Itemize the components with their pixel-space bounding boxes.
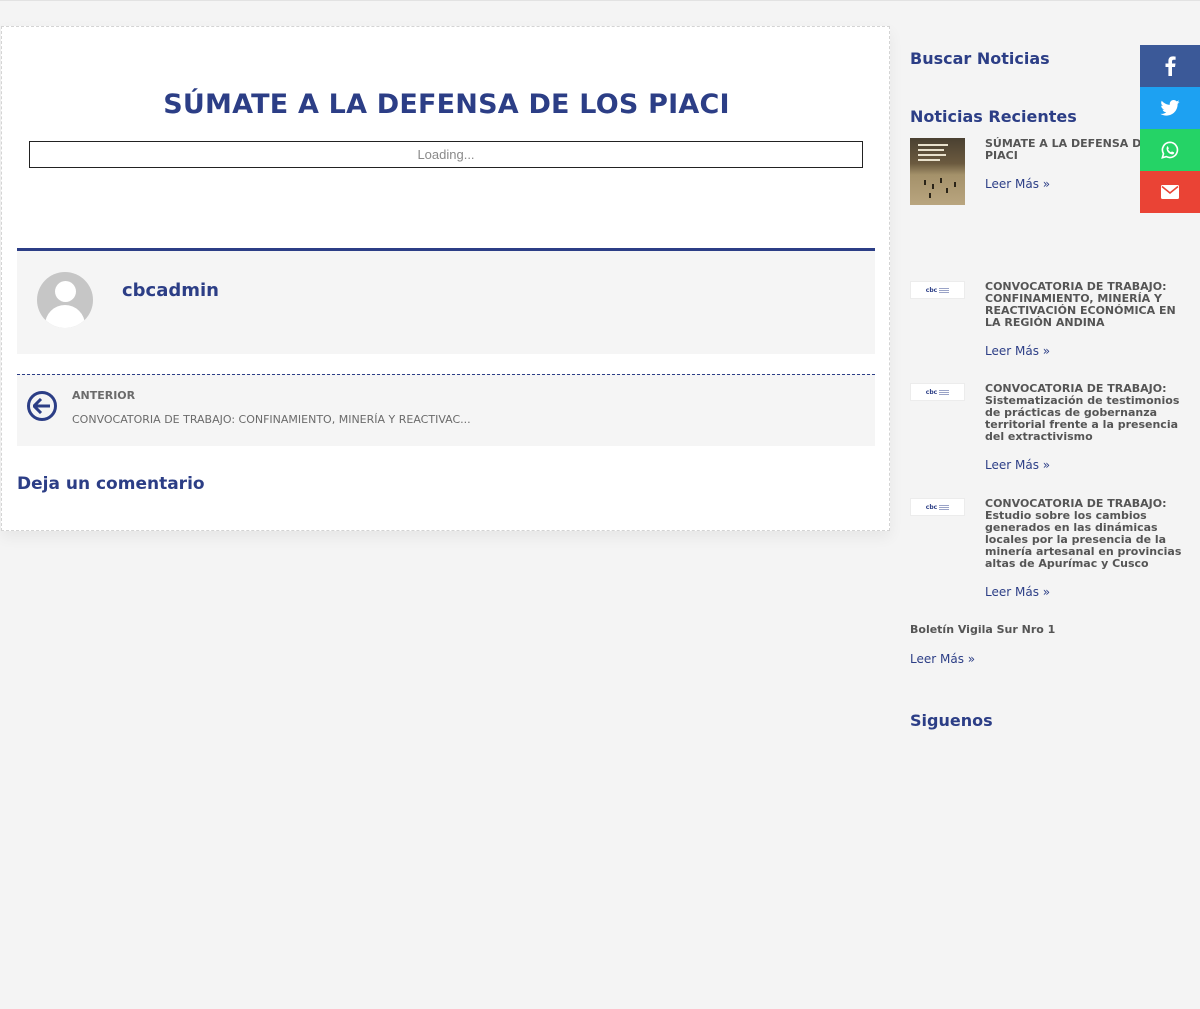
arrow-left-circle-icon[interactable] xyxy=(27,391,57,421)
read-more-link[interactable]: Leer Más » xyxy=(985,344,1050,358)
email-icon xyxy=(1161,185,1179,199)
whatsapp-icon xyxy=(1161,141,1179,159)
previous-post-link[interactable]: CONVOCATORIA DE TRABAJO: CONFINAMIENTO, … xyxy=(72,413,471,426)
recent-news-title[interactable]: Boletín Vigila Sur Nro 1 xyxy=(910,623,1055,636)
read-more-link[interactable]: Leer Más » xyxy=(985,458,1050,472)
facebook-icon xyxy=(1165,56,1176,76)
whatsapp-share-button[interactable] xyxy=(1140,129,1200,171)
twitter-share-button[interactable] xyxy=(1140,87,1200,129)
avatar-head-shape xyxy=(55,281,76,302)
loading-text: Loading... xyxy=(417,147,475,162)
avatar-body-shape xyxy=(45,305,85,328)
cbc-logo-thumbnail[interactable]: cbc xyxy=(910,498,965,516)
author-name-link[interactable]: cbcadmin xyxy=(122,280,219,301)
recent-news-title[interactable]: CONVOCATORIA DE TRABAJO: Sistematización… xyxy=(985,383,1185,443)
recent-news-title[interactable]: CONVOCATORIA DE TRABAJO: Estudio sobre l… xyxy=(985,498,1185,570)
avatar[interactable] xyxy=(37,272,93,328)
cbc-logo-thumbnail[interactable]: cbc xyxy=(910,383,965,401)
comment-heading: Deja un comentario xyxy=(17,474,205,494)
share-bar xyxy=(1140,45,1200,213)
email-share-button[interactable] xyxy=(1140,171,1200,213)
recent-news-title[interactable]: CONVOCATORIA DE TRABAJO: CONFINAMIENTO, … xyxy=(985,281,1185,329)
facebook-share-button[interactable] xyxy=(1140,45,1200,87)
post-card: SÚMATE A LA DEFENSA DE LOS PIACI Loading… xyxy=(1,26,890,531)
previous-post-label: ANTERIOR xyxy=(72,389,136,402)
post-navigation[interactable]: ANTERIOR CONVOCATORIA DE TRABAJO: CONFIN… xyxy=(17,374,875,446)
page: SÚMATE A LA DEFENSA DE LOS PIACI Loading… xyxy=(0,0,1200,1009)
read-more-link[interactable]: Leer Más » xyxy=(985,585,1050,599)
twitter-icon xyxy=(1160,100,1180,116)
cbc-logo-thumbnail[interactable]: cbc xyxy=(910,281,965,299)
embedded-content-frame[interactable]: Loading... xyxy=(29,141,863,168)
follow-us-heading: Siguenos xyxy=(910,711,993,730)
author-box: cbcadmin xyxy=(17,248,875,354)
recent-news-heading: Noticias Recientes xyxy=(910,107,1077,126)
post-title: SÚMATE A LA DEFENSA DE LOS PIACI xyxy=(163,89,730,120)
read-more-link[interactable]: Leer Más » xyxy=(985,177,1050,191)
read-more-link[interactable]: Leer Más » xyxy=(910,652,975,666)
poster-thumbnail[interactable] xyxy=(910,138,965,205)
search-news-heading: Buscar Noticias xyxy=(910,49,1050,68)
